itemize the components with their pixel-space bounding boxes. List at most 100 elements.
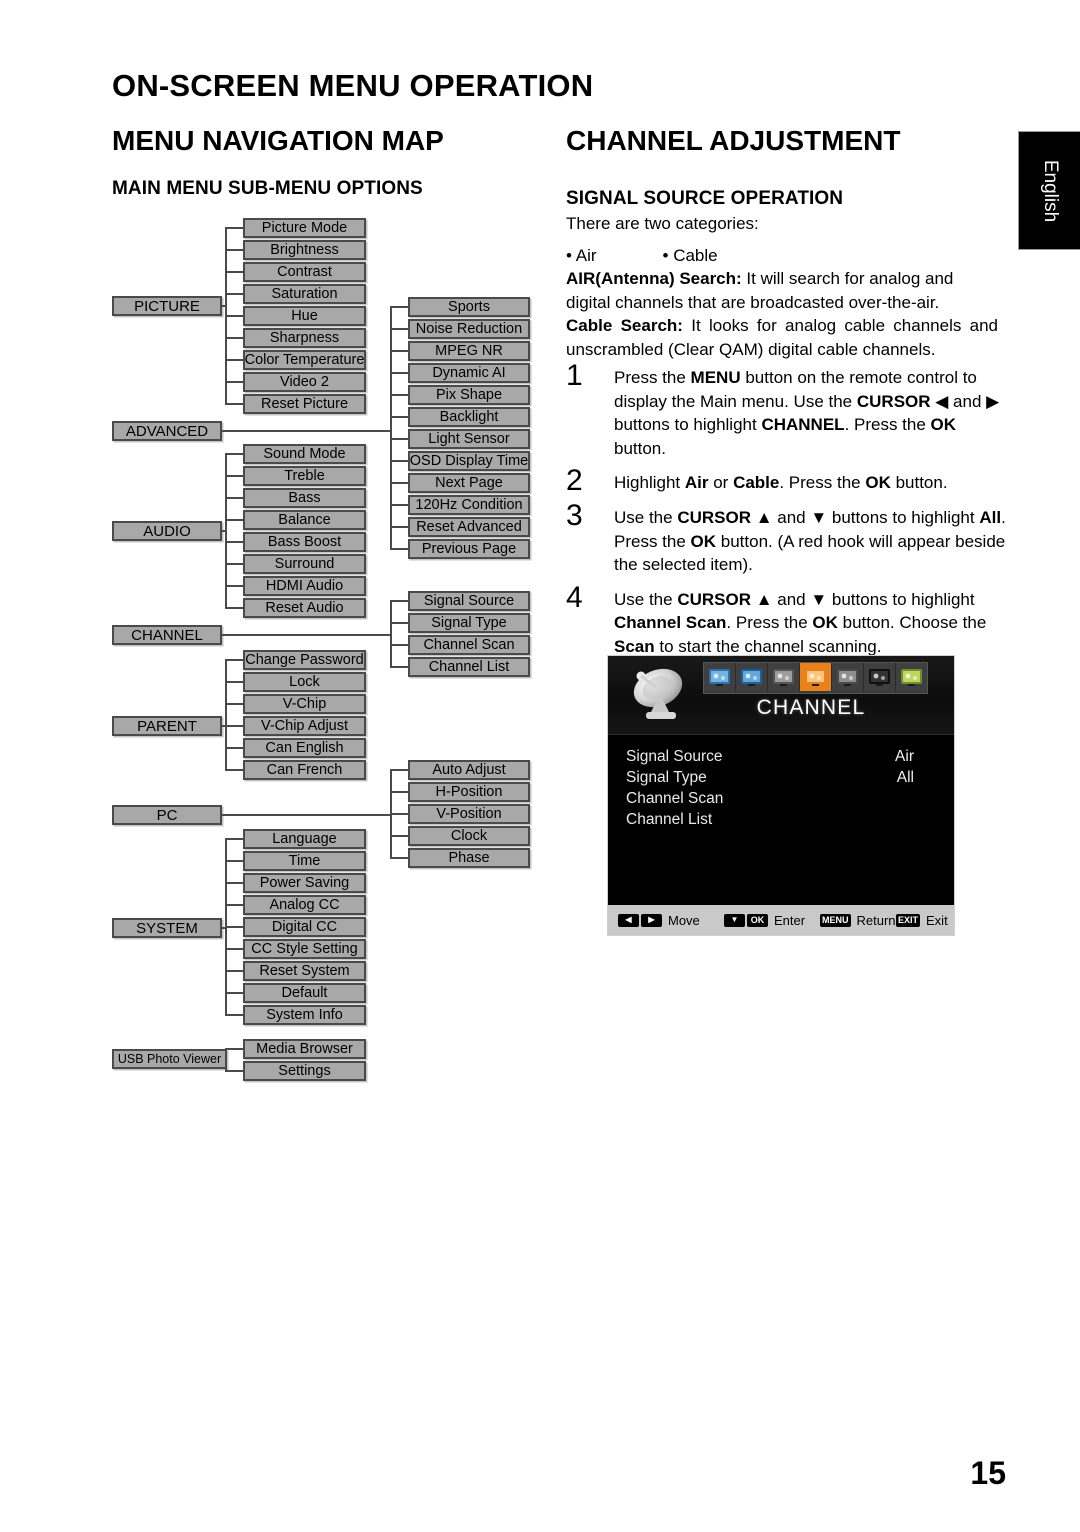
submenu-box-advanced-light-sensor[interactable]: Light Sensor bbox=[408, 429, 530, 449]
submenu-box-system-power-saving[interactable]: Power Saving bbox=[243, 873, 366, 893]
connector-stub-advanced bbox=[390, 438, 408, 440]
submenu-box-advanced-next-page[interactable]: Next Page bbox=[408, 473, 530, 493]
submenu-box-system-analog-cc[interactable]: Analog CC bbox=[243, 895, 366, 915]
mainmenu-box-pc[interactable]: PC bbox=[112, 805, 222, 825]
step-number: 3 bbox=[566, 499, 583, 532]
connector-trunk-advanced bbox=[222, 430, 392, 432]
osd-row[interactable]: Signal Source Air bbox=[626, 746, 936, 767]
submenu-box-audio-surround[interactable]: Surround bbox=[243, 554, 366, 574]
submenu-box-advanced-reset-advanced[interactable]: Reset Advanced bbox=[408, 517, 530, 537]
osd-tab-system-icon[interactable] bbox=[896, 663, 927, 691]
submenu-box-system-cc-style-setting[interactable]: CC Style Setting bbox=[243, 939, 366, 959]
connector-stub-picture bbox=[225, 381, 243, 383]
language-tab-label: English bbox=[1040, 159, 1061, 222]
submenu-box-audio-sound-mode[interactable]: Sound Mode bbox=[243, 444, 366, 464]
submenu-box-usb-photo-viewer-media-browser[interactable]: Media Browser bbox=[243, 1039, 366, 1059]
mainmenu-box-channel[interactable]: CHANNEL bbox=[112, 625, 222, 645]
submenu-box-picture-hue[interactable]: Hue bbox=[243, 306, 366, 326]
connector-stub-parent bbox=[225, 659, 243, 661]
connector-stub-picture bbox=[225, 315, 243, 317]
osd-row[interactable]: Channel Scan bbox=[626, 788, 936, 809]
submenu-box-system-time[interactable]: Time bbox=[243, 851, 366, 871]
osd-tab-advanced-icon[interactable] bbox=[736, 663, 768, 691]
osd-row-label: Channel Scan bbox=[626, 790, 724, 807]
submenu-box-advanced-mpeg-nr[interactable]: MPEG NR bbox=[408, 341, 530, 361]
osd-tab-parent-icon[interactable] bbox=[832, 663, 864, 691]
submenu-box-picture-picture-mode[interactable]: Picture Mode bbox=[243, 218, 366, 238]
connector-stub-picture bbox=[225, 337, 243, 339]
submenu-box-system-language[interactable]: Language bbox=[243, 829, 366, 849]
connector-stub-system bbox=[225, 992, 243, 994]
osd-tab-bar[interactable] bbox=[703, 662, 928, 694]
connector-trunk-audio bbox=[222, 530, 227, 532]
submenu-box-audio-reset-audio[interactable]: Reset Audio bbox=[243, 598, 366, 618]
submenu-box-pc-clock[interactable]: Clock bbox=[408, 826, 530, 846]
submenu-box-picture-contrast[interactable]: Contrast bbox=[243, 262, 366, 282]
submenu-box-parent-can-english[interactable]: Can English bbox=[243, 738, 366, 758]
submenu-box-advanced-backlight[interactable]: Backlight bbox=[408, 407, 530, 427]
mainmenu-box-advanced[interactable]: ADVANCED bbox=[112, 421, 222, 441]
submenu-box-picture-color-temperature[interactable]: Color Temperature bbox=[243, 350, 366, 370]
key-glyph: EXIT bbox=[896, 913, 921, 927]
mainmenu-box-audio[interactable]: AUDIO bbox=[112, 521, 222, 541]
connector-stub-system bbox=[225, 838, 243, 840]
submenu-box-parent-can-french[interactable]: Can French bbox=[243, 760, 366, 780]
connector-stub-system bbox=[225, 904, 243, 906]
connector-stub-pc bbox=[390, 835, 408, 837]
submenu-box-parent-v-chip-adjust[interactable]: V-Chip Adjust bbox=[243, 716, 366, 736]
subsection-title-right: SIGNAL SOURCE OPERATION bbox=[566, 188, 844, 209]
submenu-box-picture-brightness[interactable]: Brightness bbox=[243, 240, 366, 260]
submenu-box-system-system-info[interactable]: System Info bbox=[243, 1005, 366, 1025]
submenu-box-system-digital-cc[interactable]: Digital CC bbox=[243, 917, 366, 937]
osd-tab-audio-icon[interactable] bbox=[768, 663, 800, 691]
submenu-box-advanced-osd-display-time[interactable]: OSD Display Time bbox=[408, 451, 530, 471]
osd-tab-picture-icon[interactable] bbox=[704, 663, 736, 691]
submenu-box-channel-signal-type[interactable]: Signal Type bbox=[408, 613, 530, 633]
mainmenu-box-usb-photo-viewer[interactable]: USB Photo Viewer bbox=[112, 1049, 227, 1069]
submenu-box-system-default[interactable]: Default bbox=[243, 983, 366, 1003]
connector-stub-channel bbox=[390, 644, 408, 646]
submenu-box-channel-signal-source[interactable]: Signal Source bbox=[408, 591, 530, 611]
osd-row[interactable]: Signal Type All bbox=[626, 767, 936, 788]
submenu-box-channel-channel-scan[interactable]: Channel Scan bbox=[408, 635, 530, 655]
submenu-box-parent-lock[interactable]: Lock bbox=[243, 672, 366, 692]
mainmenu-box-picture[interactable]: PICTURE bbox=[112, 296, 222, 316]
submenu-box-picture-saturation[interactable]: Saturation bbox=[243, 284, 366, 304]
connector-stub-advanced bbox=[390, 526, 408, 528]
submenu-box-usb-photo-viewer-settings[interactable]: Settings bbox=[243, 1061, 366, 1081]
submenu-box-pc-phase[interactable]: Phase bbox=[408, 848, 530, 868]
submenu-box-picture-video-2[interactable]: Video 2 bbox=[243, 372, 366, 392]
submenu-box-audio-hdmi-audio[interactable]: HDMI Audio bbox=[243, 576, 366, 596]
osd-tab-pc-icon[interactable] bbox=[864, 663, 896, 691]
submenu-box-advanced-dynamic-ai[interactable]: Dynamic AI bbox=[408, 363, 530, 383]
connector-stub-picture bbox=[225, 271, 243, 273]
submenu-box-audio-treble[interactable]: Treble bbox=[243, 466, 366, 486]
submenu-box-pc-auto-adjust[interactable]: Auto Adjust bbox=[408, 760, 530, 780]
submenu-box-audio-balance[interactable]: Balance bbox=[243, 510, 366, 530]
submenu-box-advanced-previous-page[interactable]: Previous Page bbox=[408, 539, 530, 559]
submenu-box-parent-v-chip[interactable]: V-Chip bbox=[243, 694, 366, 714]
submenu-box-audio-bass-boost[interactable]: Bass Boost bbox=[243, 532, 366, 552]
osd-title: CHANNEL bbox=[756, 696, 866, 719]
submenu-box-audio-bass[interactable]: Bass bbox=[243, 488, 366, 508]
submenu-box-advanced-pix-shape[interactable]: Pix Shape bbox=[408, 385, 530, 405]
osd-tab-channel-icon[interactable] bbox=[800, 663, 832, 691]
submenu-box-system-reset-system[interactable]: Reset System bbox=[243, 961, 366, 981]
osd-row[interactable]: Channel List bbox=[626, 809, 936, 830]
submenu-box-pc-h-position[interactable]: H-Position bbox=[408, 782, 530, 802]
submenu-box-picture-sharpness[interactable]: Sharpness bbox=[243, 328, 366, 348]
submenu-box-picture-reset-picture[interactable]: Reset Picture bbox=[243, 394, 366, 414]
connector-stub-channel bbox=[390, 666, 408, 668]
connector-stub-picture bbox=[225, 359, 243, 361]
connector-stub-usb-photo-viewer bbox=[225, 1048, 243, 1050]
submenu-box-pc-v-position[interactable]: V-Position bbox=[408, 804, 530, 824]
submenu-box-channel-channel-list[interactable]: Channel List bbox=[408, 657, 530, 677]
mainmenu-box-system[interactable]: SYSTEM bbox=[112, 918, 222, 938]
submenu-box-advanced-noise-reduction[interactable]: Noise Reduction bbox=[408, 319, 530, 339]
connector-stub-picture bbox=[225, 227, 243, 229]
submenu-box-advanced-120hz-condition[interactable]: 120Hz Condition bbox=[408, 495, 530, 515]
submenu-box-parent-change-password[interactable]: Change Password bbox=[243, 650, 366, 670]
mainmenu-box-parent[interactable]: PARENT bbox=[112, 716, 222, 736]
submenu-box-advanced-sports[interactable]: Sports bbox=[408, 297, 530, 317]
key-glyph: ◀ bbox=[618, 913, 639, 927]
